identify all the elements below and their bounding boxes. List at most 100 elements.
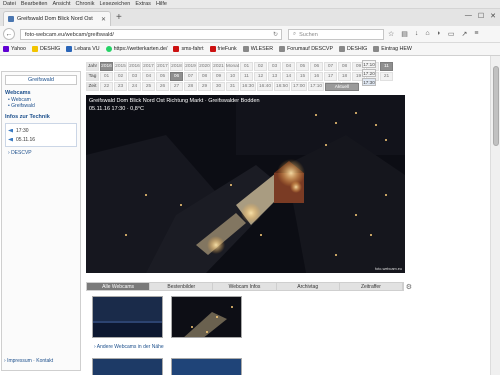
time-cell[interactable]: 31 <box>226 82 239 91</box>
tab-timelapse[interactable]: Zeitraffer <box>340 283 404 290</box>
year-month-cell[interactable]: 2019 <box>184 62 197 71</box>
webcam-image[interactable]: Greifswald Dom Blick Nord Ost Richtung M… <box>86 95 405 273</box>
year-month-cell[interactable]: 07 <box>324 62 337 71</box>
sidebar-link[interactable]: › DESCVP <box>8 150 80 156</box>
webcam-thumbnail[interactable] <box>92 296 163 338</box>
aktuell-button[interactable]: Aktuell <box>325 83 359 91</box>
menu-bookmarks[interactable]: Lesezeichen <box>99 1 130 7</box>
bookmark-1[interactable]: DESHIG <box>31 46 60 52</box>
year-month-cell[interactable]: 11 <box>380 62 393 71</box>
bookmark-4[interactable]: sms-fahrt <box>173 46 204 52</box>
tab-best-images[interactable]: Bestenbilder <box>150 283 214 290</box>
hamburger-menu-icon[interactable]: ≡ <box>474 30 478 38</box>
day-cell[interactable]: 16 <box>310 72 323 81</box>
day-cell[interactable]: 10 <box>226 72 239 81</box>
browser-tab[interactable]: Greifswald Dom Blick Nord Ost ✕ <box>3 11 111 26</box>
day-cell[interactable]: 03 <box>128 72 141 81</box>
back-button[interactable]: ← <box>3 28 15 40</box>
time-cell[interactable]: 26 <box>156 82 169 91</box>
bookmark-3[interactable]: https://wetterkarten.de/ <box>105 46 167 52</box>
time-cell[interactable]: 16:30 <box>240 82 257 91</box>
menu-file[interactable]: Datei <box>3 1 16 7</box>
menu-view[interactable]: Ansicht <box>52 1 70 7</box>
year-month-cell[interactable]: 05 <box>296 62 309 71</box>
day-cell[interactable]: 13 <box>268 72 281 81</box>
day-cell[interactable]: 17 <box>324 72 337 81</box>
pocket-icon[interactable]: ◗ <box>437 30 441 38</box>
bookmark-5[interactable]: frieFunk <box>209 46 237 52</box>
day-cell[interactable]: 04 <box>142 72 155 81</box>
day-cell[interactable]: 01 <box>100 72 113 81</box>
year-month-cell[interactable]: 2018 <box>170 62 183 71</box>
bookmark-8[interactable]: DESHIG <box>338 46 367 52</box>
close-tab-icon[interactable]: ✕ <box>101 16 106 23</box>
time-cell[interactable]: 17:10 <box>308 82 325 91</box>
bookmark-2[interactable]: Lebara VU <box>66 46 100 52</box>
new-tab-icon[interactable]: + <box>116 13 122 23</box>
year-month-cell[interactable]: 03 <box>268 62 281 71</box>
day-cell[interactable]: 02 <box>114 72 127 81</box>
search-input[interactable]: ⌕ Suchen <box>288 29 384 40</box>
share-icon[interactable]: ↗ <box>462 30 468 38</box>
menu-edit[interactable]: Bearbeiten <box>21 1 48 7</box>
time-cell[interactable]: 16:40 <box>257 82 274 91</box>
tab-archive-day[interactable]: Archivtag <box>277 283 340 290</box>
download-icon[interactable]: ↓ <box>415 30 419 38</box>
sidebar-footer-link[interactable]: › Impressum · Kontakt <box>4 358 53 364</box>
time-option[interactable]: 17:20 <box>362 69 376 77</box>
day-cell[interactable]: 07 <box>184 72 197 81</box>
gear-icon[interactable]: ⚙ <box>406 283 412 291</box>
sidebar-header[interactable]: Greifswald <box>5 75 77 85</box>
year-month-cell[interactable]: Monat <box>226 62 239 71</box>
sidebar-item-greifswald[interactable]: • Greifswald <box>8 103 80 109</box>
day-cell[interactable]: 09 <box>212 72 225 81</box>
chat-icon[interactable]: ▭ <box>448 30 455 38</box>
tab-all-webcams[interactable]: Alle Webcams <box>87 283 151 290</box>
year-month-cell[interactable]: 2020 <box>198 62 211 71</box>
time-cell[interactable]: 16:50 <box>274 82 291 91</box>
day-cell[interactable]: 06 <box>170 72 183 81</box>
time-cell[interactable]: 29 <box>198 82 211 91</box>
day-cell[interactable]: 12 <box>254 72 267 81</box>
time-option-current[interactable]: 17:30 <box>362 78 376 86</box>
day-cell[interactable]: 18 <box>338 72 351 81</box>
bookmark-7[interactable]: Forumauf DESCVP <box>279 46 333 52</box>
day-cell[interactable]: 05 <box>156 72 169 81</box>
scrollbar-thumb[interactable] <box>493 66 499 146</box>
day-cell[interactable]: 11 <box>240 72 253 81</box>
menu-tools[interactable]: Extras <box>135 1 151 7</box>
time-cell[interactable]: 25 <box>142 82 155 91</box>
bookmark-6[interactable]: WLESER <box>242 46 273 52</box>
year-month-cell[interactable]: 2017 <box>142 62 155 71</box>
time-option[interactable]: 17:10 <box>362 60 376 68</box>
time-cell[interactable]: 23 <box>114 82 127 91</box>
day-cell[interactable]: 08 <box>198 72 211 81</box>
reading-list-icon[interactable]: ▤ <box>401 30 408 38</box>
year-month-cell[interactable]: 2016 <box>128 62 141 71</box>
info-row-time[interactable]: 17:30 <box>8 126 74 135</box>
year-month-cell[interactable]: 2021 <box>212 62 225 71</box>
time-cell[interactable]: 17:00 <box>291 82 308 91</box>
bookmark-0[interactable]: Yahoo <box>3 46 26 52</box>
year-month-cell[interactable]: 01 <box>240 62 253 71</box>
year-month-cell[interactable]: 02 <box>254 62 267 71</box>
maximize-icon[interactable]: ☐ <box>478 12 484 20</box>
time-cell[interactable]: 28 <box>184 82 197 91</box>
day-cell[interactable]: 21 <box>380 72 393 81</box>
year-month-cell[interactable]: 2016 <box>100 62 113 71</box>
year-month-cell[interactable]: 2017 <box>156 62 169 71</box>
webcam-thumbnail[interactable] <box>171 296 242 338</box>
day-cell[interactable]: 14 <box>282 72 295 81</box>
year-month-cell[interactable]: 06 <box>310 62 323 71</box>
menu-history[interactable]: Chronik <box>76 1 95 7</box>
year-month-cell[interactable]: 08 <box>338 62 351 71</box>
year-month-cell[interactable]: 2015 <box>114 62 127 71</box>
time-cell[interactable]: 24 <box>128 82 141 91</box>
menu-help[interactable]: Hilfe <box>156 1 167 7</box>
info-row-date[interactable]: 05.11.16 <box>8 135 74 144</box>
close-window-icon[interactable]: ✕ <box>490 12 496 20</box>
time-cell[interactable]: 22 <box>100 82 113 91</box>
minimize-icon[interactable]: — <box>465 12 472 20</box>
tab-webcam-info[interactable]: Webcam Infos <box>213 283 277 290</box>
thumbnails-caption[interactable]: › Andere Webcams in der Nähe <box>94 344 164 350</box>
